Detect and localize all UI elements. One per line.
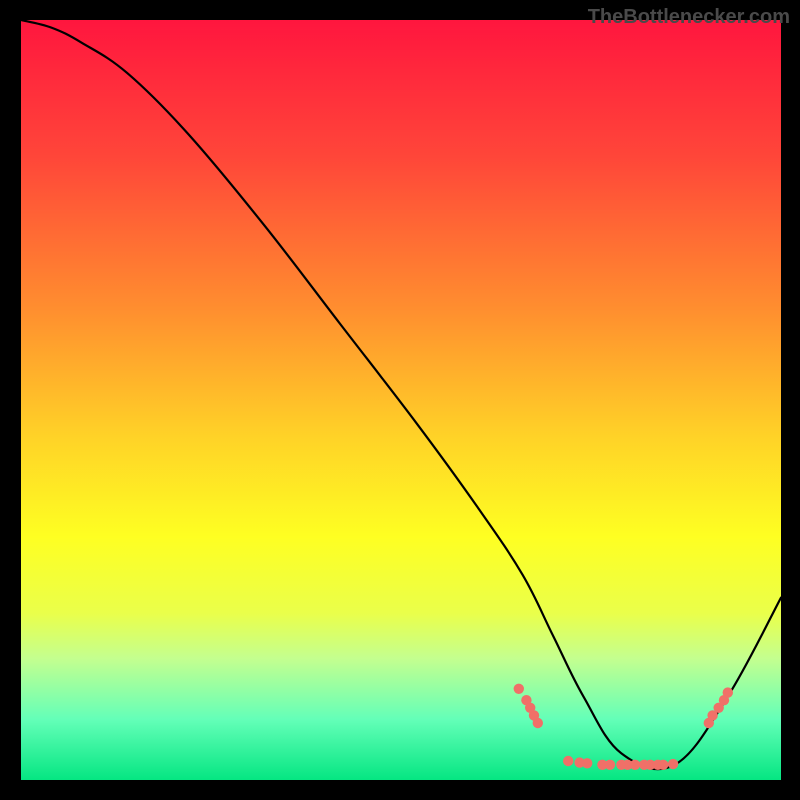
gradient-background xyxy=(21,20,781,780)
marker-dot xyxy=(723,687,733,697)
marker-dot xyxy=(533,718,543,728)
marker-dot xyxy=(658,760,668,770)
watermark-text: TheBottlenecker.com xyxy=(588,6,790,29)
plot-area xyxy=(21,20,781,780)
marker-dot xyxy=(582,758,592,768)
chart-container: TheBottlenecker.com xyxy=(0,0,800,800)
marker-dot xyxy=(605,760,615,770)
marker-dot xyxy=(630,760,640,770)
chart-svg xyxy=(21,20,781,780)
marker-dot xyxy=(563,756,573,766)
marker-dot xyxy=(668,759,678,769)
marker-dot xyxy=(514,684,524,694)
